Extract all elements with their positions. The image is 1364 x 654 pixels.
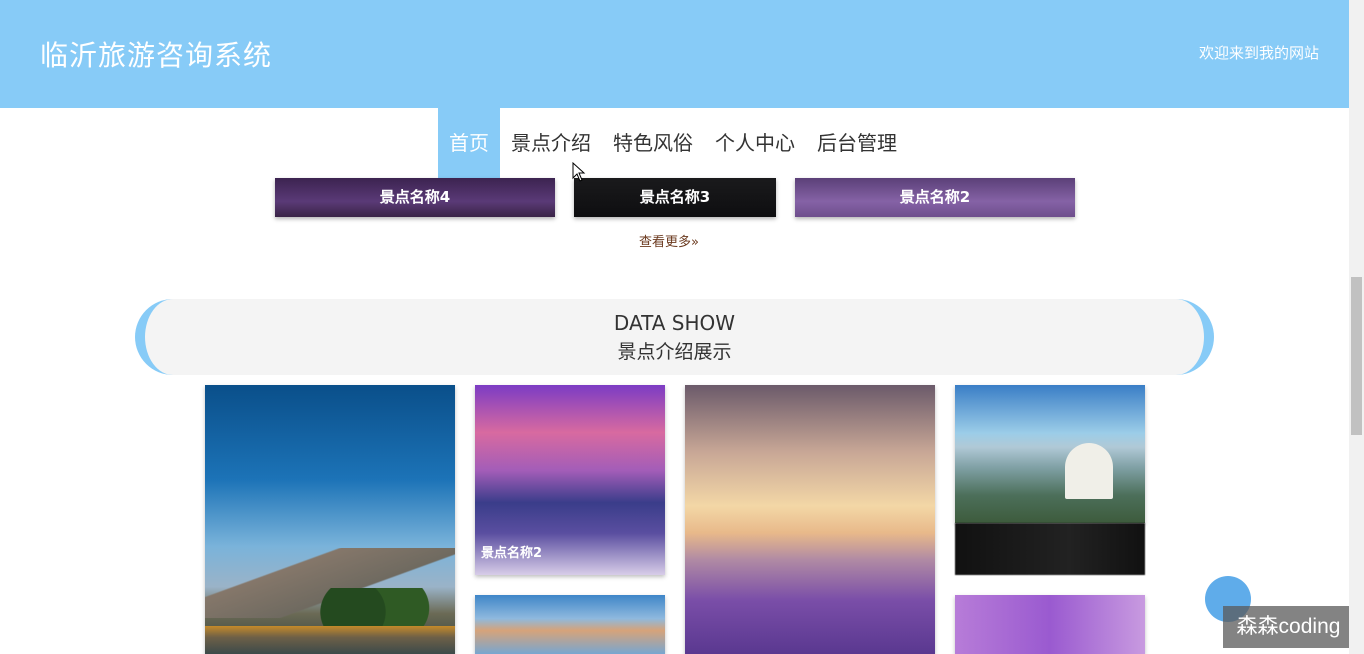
- main-nav: 首页 景点介绍 特色风俗 个人中心 后台管理: [438, 108, 908, 178]
- attraction-card[interactable]: 景点名称4: [275, 178, 555, 217]
- gallery-caption-overlay: [955, 523, 1145, 575]
- attraction-card[interactable]: 景点名称2: [795, 178, 1075, 217]
- gallery-photo-purple[interactable]: [955, 595, 1145, 654]
- gallery-photo-lake-mountains[interactable]: [205, 385, 455, 654]
- data-show-title-en: DATA SHOW: [613, 311, 736, 335]
- mouse-cursor-icon: [572, 162, 586, 182]
- page-scrollbar[interactable]: [1349, 0, 1364, 654]
- gallery-photo-lavender-sunset[interactable]: [685, 385, 935, 654]
- nav-item-home[interactable]: 首页: [438, 108, 500, 178]
- double-chevron-right-icon: »: [691, 235, 699, 250]
- attraction-card-label: 景点名称2: [899, 188, 971, 206]
- gallery-photo-crater-lake[interactable]: 景点名称2: [475, 385, 665, 575]
- attraction-card-label: 景点名称3: [639, 188, 711, 206]
- view-more-link[interactable]: 查看更多»: [639, 231, 699, 250]
- nav-item-customs[interactable]: 特色风俗: [602, 108, 704, 178]
- nav-item-attractions[interactable]: 景点介绍: [500, 108, 602, 178]
- cathedral-shape: [1065, 443, 1113, 499]
- attraction-card[interactable]: 景点名称3: [574, 178, 776, 217]
- nav-item-admin[interactable]: 后台管理: [806, 108, 908, 178]
- data-show-title-cn: 景点介绍展示: [617, 341, 732, 363]
- nav-item-profile[interactable]: 个人中心: [704, 108, 806, 178]
- gallery-caption: 景点名称2: [481, 546, 543, 561]
- data-show-banner: DATA SHOW 景点介绍展示: [135, 299, 1214, 375]
- water-shape: [205, 626, 455, 654]
- welcome-text: 欢迎来到我的网站: [1198, 44, 1319, 62]
- watermark: 森森coding: [1223, 606, 1354, 648]
- trees-shape: [320, 588, 430, 628]
- view-more-label: 查看更多: [639, 235, 692, 250]
- site-title: 临沂旅游咨询系统: [40, 39, 273, 72]
- scrollbar-thumb[interactable]: [1351, 277, 1362, 435]
- site-header: 临沂旅游咨询系统 欢迎来到我的网站: [0, 0, 1349, 108]
- gallery-photo-cathedral-island[interactable]: [955, 385, 1145, 523]
- attraction-card-label: 景点名称4: [379, 188, 451, 206]
- gallery-photo-sky[interactable]: [475, 595, 665, 654]
